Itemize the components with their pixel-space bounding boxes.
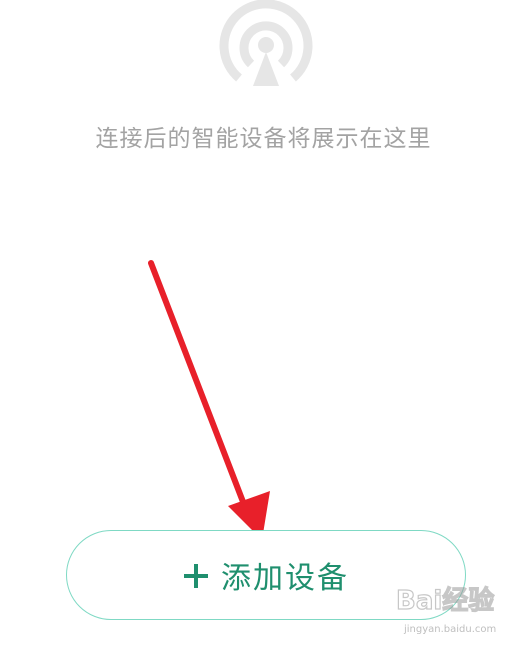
baidu-jingyan-watermark: Bai经验 jingyan.baidu.com <box>395 578 524 648</box>
empty-state-message: 连接后的智能设备将展示在这里 <box>95 126 432 152</box>
signal-broadcast-icon <box>219 0 313 86</box>
watermark-url: jingyan.baidu.com <box>404 624 497 635</box>
watermark-logo: Bai经验 <box>395 585 495 616</box>
add-device-label: 添加设备 <box>221 561 349 596</box>
device-list-screen: 连接后的智能设备将展示在这里 添加设备 Bai经验 jingyan.baidu.… <box>0 0 527 651</box>
plus-icon <box>184 563 208 588</box>
